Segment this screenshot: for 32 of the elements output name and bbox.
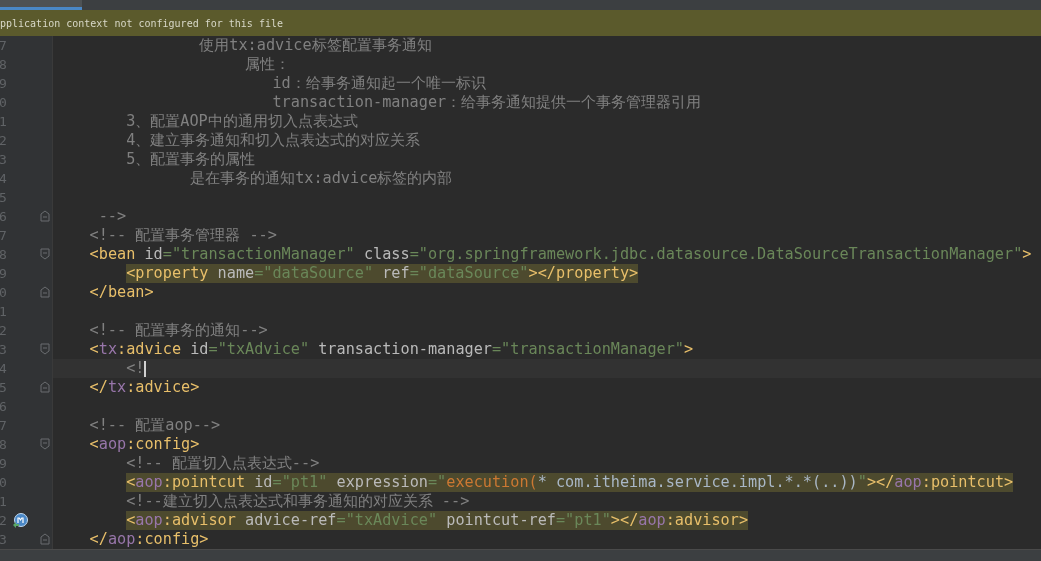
editor-tab[interactable] — [0, 0, 82, 10]
code-line: <!--建立切入点表达式和事务通知的对应关系 --> — [126, 492, 470, 511]
code-line: <tx:advice id="txAdvice" transaction-manager="transactionManager"> — [89, 340, 694, 359]
fold-icon[interactable] — [40, 343, 50, 355]
code-line: <! — [126, 359, 145, 378]
code-line: id：给事务通知起一个唯一标识 — [272, 74, 486, 93]
code-line: transaction-manager：给事务通知提供一个事务管理器引用 — [272, 93, 702, 112]
code-line: --> — [98, 207, 127, 226]
code-line: 属性： — [245, 55, 291, 74]
fold-icon[interactable] — [40, 248, 50, 260]
text-cursor — [144, 360, 147, 377]
method-marker-icon[interactable] — [12, 513, 28, 529]
code-line: 4、建立事务通知和切入点表达式的对应关系 — [126, 131, 421, 150]
code-line: <aop:config> — [89, 435, 200, 454]
code-line: <!-- 配置事务的通知--> — [89, 321, 268, 340]
fold-icon[interactable] — [40, 286, 50, 298]
code-line: <bean id="transactionManager" class="org.springframework.jdbc.datasource.DataSourceTransactionManager"> — [89, 245, 1032, 264]
code-line: 5、配置事务的属性 — [126, 150, 256, 169]
fold-icon[interactable] — [40, 438, 50, 450]
code-line: 使用tx:advice标签配置事务通知 — [199, 36, 432, 55]
code-line: 是在事务的通知tx:advice标签的内部 — [190, 169, 453, 188]
fold-icon[interactable] — [40, 533, 50, 545]
code-line: </bean> — [89, 283, 154, 302]
code-line: </aop:config> — [89, 530, 209, 549]
code-line: <!-- 配置aop--> — [89, 416, 221, 435]
fold-icon[interactable] — [40, 210, 50, 222]
code-line: <!-- 配置事务管理器 --> — [89, 226, 277, 245]
code-line: </tx:advice> — [89, 378, 200, 397]
banner-text: pplication context not configured for this file — [0, 17, 283, 29]
fold-icon[interactable] — [40, 381, 50, 393]
code-line: 3、配置AOP中的通用切入点表达式 — [126, 112, 358, 131]
code-line: <!-- 配置切入点表达式--> — [126, 454, 320, 473]
